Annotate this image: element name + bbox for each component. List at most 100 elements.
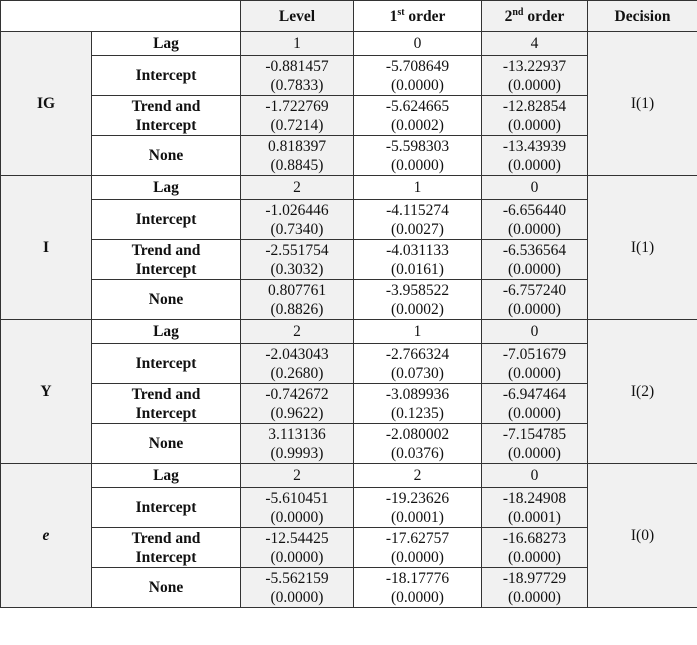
none-second-order: -7.154785 (0.0000) [481,423,588,464]
p-value: (0.7214) [270,116,324,134]
p-value: (0.1235) [391,404,444,422]
header-first-order-text: order [404,7,446,25]
p-value: (0.0000) [508,220,561,238]
row-label-line1: Trend and [131,529,201,547]
intercept-first-order: -2.766324 (0.0730) [353,343,482,384]
lag-second-order: 0 [481,463,588,488]
p-value: (0.0000) [391,76,444,94]
p-value: (0.0000) [391,548,444,566]
trend-level: -0.742672 (0.9622) [240,383,354,424]
p-value: (0.0000) [270,548,324,566]
variable-cell: Y [0,319,92,464]
header-decision: Decision [587,0,697,32]
none-second-order: -18.97729 (0.0000) [481,567,588,608]
row-label-line2: Intercept [135,260,197,278]
trend-level: -2.551754 (0.3032) [240,239,354,280]
p-value: (0.3032) [270,260,324,278]
stat-value: 3.113136 [268,425,326,443]
row-label-lag: Lag [91,463,241,488]
stat-value: -12.54425 [265,529,329,547]
p-value: (0.0000) [508,116,561,134]
p-value: (0.0000) [391,156,444,174]
stat-value: -5.624665 [385,97,450,115]
stat-value: -5.562159 [265,569,329,587]
p-value: (0.0000) [508,76,561,94]
decision-cell: I(1) [587,31,697,176]
none-first-order: -2.080002 (0.0376) [353,423,482,464]
row-label-lag: Lag [91,319,241,344]
p-value: (0.0000) [508,404,561,422]
stat-value: -17.62757 [385,529,450,547]
p-value: (0.0001) [508,508,561,526]
header-second-order: 2nd order [481,0,588,32]
none-second-order: -13.43939 (0.0000) [481,135,588,176]
stat-value: -18.17776 [385,569,450,587]
row-label-line2: Intercept [135,116,197,134]
none-level: 0.807761 (0.8826) [240,279,354,320]
stat-value: -2.043043 [265,345,329,363]
header-row: Level 1st order 2nd order Decision [0,0,697,32]
p-value: (0.0000) [508,588,561,606]
variable-cell: IG [0,31,92,176]
header-second-order-sup: nd [512,6,524,18]
stat-value: -18.97729 [502,569,567,587]
header-first-order-sup: st [397,6,405,18]
table-row-lag: I Lag 2 1 0 I(1) [0,175,697,320]
stat-value: -1.026446 [265,201,329,219]
p-value: (0.0376) [391,444,444,462]
row-label-trend-intercept: Trend and Intercept [91,527,241,568]
stat-value: -5.708649 [385,57,450,75]
stat-value: -2.080002 [385,425,450,443]
intercept-first-order: -5.708649 (0.0000) [353,55,482,96]
stat-value: 0.818397 [267,137,327,155]
lag-level: 1 [240,31,354,56]
row-label-line1: Trend and [131,241,201,259]
trend-first-order: -5.624665 (0.0002) [353,95,482,136]
lag-first-order: 2 [353,463,482,488]
lag-first-order: 0 [353,31,482,56]
trend-second-order: -16.68273 (0.0000) [481,527,588,568]
none-first-order: -5.598303 (0.0000) [353,135,482,176]
row-label-none: None [91,279,241,320]
p-value: (0.0000) [508,300,561,318]
lag-level: 2 [240,463,354,488]
row-label-none: None [91,423,241,464]
row-label-none: None [91,135,241,176]
trend-first-order: -3.089936 (0.1235) [353,383,482,424]
stat-value: -4.115274 [386,201,449,219]
row-label-line2: Intercept [135,404,197,422]
p-value: (0.0000) [508,364,561,382]
row-label-trend-intercept: Trend and Intercept [91,383,241,424]
intercept-first-order: -4.115274 (0.0027) [353,199,482,240]
lag-second-order: 4 [481,31,588,56]
none-level: -5.562159 (0.0000) [240,567,354,608]
row-label-lag: Lag [91,31,241,56]
row-label-intercept: Intercept [91,487,241,528]
stat-value: -3.089936 [385,385,450,403]
variable-cell: I [0,175,92,320]
p-value: (0.0000) [508,444,561,462]
header-level: Level [240,0,354,32]
stat-value: -3.958522 [385,281,450,299]
p-value: (0.0000) [270,588,324,606]
header-second-order-text: order [523,7,565,25]
table-body: IG Lag 1 0 4 I(1) Intercept -0.881457 (0.… [0,31,697,608]
stat-value: -18.24908 [502,489,567,507]
row-label-trend-intercept: Trend and Intercept [91,239,241,280]
row-label-line2: Intercept [135,548,197,566]
lag-level: 2 [240,175,354,200]
intercept-first-order: -19.23626 (0.0001) [353,487,482,528]
p-value: (0.8826) [270,300,324,318]
lag-level: 2 [240,319,354,344]
lag-second-order: 0 [481,175,588,200]
stat-value: -12.82854 [502,97,567,115]
stat-value: 0.807761 [267,281,327,299]
stat-value: -13.43939 [502,137,567,155]
lag-first-order: 1 [353,319,482,344]
trend-second-order: -6.536564 (0.0000) [481,239,588,280]
none-second-order: -6.757240 (0.0000) [481,279,588,320]
stat-value: -6.656440 [502,201,567,219]
trend-level: -12.54425 (0.0000) [240,527,354,568]
intercept-second-order: -18.24908 (0.0001) [481,487,588,528]
table-row-lag: IG Lag 1 0 4 I(1) [0,31,697,176]
